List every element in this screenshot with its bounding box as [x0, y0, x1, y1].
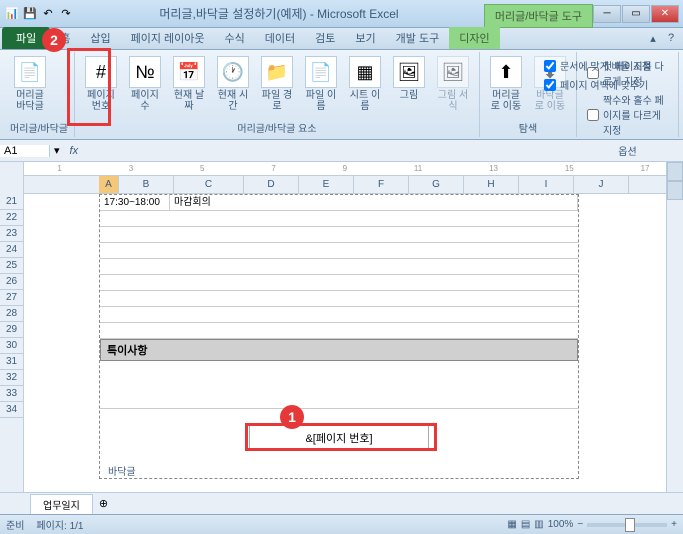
- redo-icon[interactable]: ↷: [58, 6, 74, 22]
- col-hdr[interactable]: C: [174, 176, 244, 193]
- row-hdr[interactable]: 27: [0, 290, 23, 306]
- name-box[interactable]: A1: [0, 145, 50, 157]
- col-hdr[interactable]: B: [119, 176, 174, 193]
- row-hdr[interactable]: 26: [0, 274, 23, 290]
- row-hdr[interactable]: 34: [0, 402, 23, 418]
- undo-icon[interactable]: ↶: [40, 6, 56, 22]
- tab-insert[interactable]: 삽입: [80, 27, 120, 49]
- zoom-out-icon[interactable]: −: [577, 519, 583, 530]
- col-hdr[interactable]: F: [354, 176, 409, 193]
- tab-formulas[interactable]: 수식: [215, 27, 255, 49]
- group-hf: 머리글/바닥글: [10, 118, 68, 135]
- goto-header-button[interactable]: ⬆머리글로 이동: [486, 54, 526, 114]
- zoom-in-icon[interactable]: +: [671, 519, 677, 530]
- group-nav: 탐색: [486, 118, 570, 135]
- window-title: 머리글,바닥글 설정하기(예제) - Microsoft Excel: [74, 5, 484, 22]
- callout-2: 2: [42, 28, 66, 52]
- ruler: 1357911131517: [24, 162, 683, 176]
- row-hdr[interactable]: 23: [0, 226, 23, 242]
- cell-time[interactable]: 17:30~18:00: [100, 195, 170, 210]
- row-hdr[interactable]: 33: [0, 386, 23, 402]
- picture-button[interactable]: 🖼그림: [389, 54, 429, 103]
- section-header[interactable]: 특이사항: [100, 339, 578, 361]
- current-date-button[interactable]: 📅현재 날짜: [169, 54, 209, 114]
- row-hdr[interactable]: 29: [0, 322, 23, 338]
- col-hdr[interactable]: H: [464, 176, 519, 193]
- page-count-button[interactable]: №페이지 수: [125, 54, 165, 114]
- minimize-button[interactable]: ─: [593, 5, 621, 23]
- tab-review[interactable]: 검토: [305, 27, 345, 49]
- footer-label: 바닥글: [100, 459, 578, 478]
- help-icon[interactable]: ?: [663, 30, 679, 46]
- minimize-ribbon-icon[interactable]: ▴: [645, 30, 661, 46]
- col-hdr[interactable]: J: [574, 176, 629, 193]
- file-name-button[interactable]: 📄파일 이름: [301, 54, 341, 114]
- sheet-tab[interactable]: 업무일지: [30, 494, 93, 514]
- group-elements: 머리글/바닥글 요소: [81, 118, 473, 135]
- status-page: 페이지: 1/1: [36, 517, 83, 532]
- col-hdr[interactable]: D: [244, 176, 299, 193]
- group-options: 옵션: [583, 141, 672, 158]
- chk-odd-even[interactable]: 짝수와 홀수 페이지를 다르게 지정: [587, 92, 668, 137]
- header-footer-button[interactable]: 📄머리글 바닥글: [10, 54, 50, 114]
- tab-developer[interactable]: 개발 도구: [386, 27, 450, 49]
- chk-align-margins[interactable]: 페이지 여백에 맞추기: [544, 77, 651, 92]
- file-path-button[interactable]: 📁파일 경로: [257, 54, 297, 114]
- tab-data[interactable]: 데이터: [255, 27, 305, 49]
- tab-design[interactable]: 디자인: [449, 27, 499, 49]
- tab-pagelayout[interactable]: 페이지 레이아웃: [121, 27, 215, 49]
- row-hdr[interactable]: 32: [0, 370, 23, 386]
- cell-meeting[interactable]: 마감회의: [170, 195, 578, 210]
- view-pagebreak-icon[interactable]: ▥: [534, 519, 543, 530]
- col-hdr[interactable]: I: [519, 176, 574, 193]
- scrollbar-vertical[interactable]: [666, 162, 683, 492]
- close-button[interactable]: ✕: [651, 5, 679, 23]
- row-hdr[interactable]: 28: [0, 306, 23, 322]
- view-normal-icon[interactable]: ▦: [507, 519, 516, 530]
- col-hdr[interactable]: G: [409, 176, 464, 193]
- zoom-level[interactable]: 100%: [548, 519, 574, 530]
- zoom-slider[interactable]: [587, 523, 667, 527]
- col-hdr[interactable]: E: [299, 176, 354, 193]
- col-hdr[interactable]: A: [99, 176, 119, 193]
- maximize-button[interactable]: ▭: [622, 5, 650, 23]
- status-ready: 준비: [6, 517, 24, 532]
- row-hdr[interactable]: 31: [0, 354, 23, 370]
- view-pagelayout-icon[interactable]: ▤: [521, 519, 530, 530]
- row-hdr[interactable]: 24: [0, 242, 23, 258]
- fx-icon[interactable]: fx: [64, 145, 85, 157]
- page-number-button[interactable]: #페이지 번호: [81, 54, 121, 114]
- row-hdr[interactable]: 21: [0, 194, 23, 210]
- context-tab-label: 머리글/바닥글 도구: [484, 4, 593, 28]
- excel-icon: 📊: [4, 6, 20, 22]
- row-hdr[interactable]: 22: [0, 210, 23, 226]
- picture-format-button[interactable]: 🖼그림 서식: [433, 54, 473, 114]
- save-icon[interactable]: 💾: [22, 6, 38, 22]
- chk-scale[interactable]: 문서에 맞게 배율 조정: [544, 58, 651, 73]
- page-layout-view: 17:30~18:00마감회의 특이사항 1 &[페이지 번호] 바닥글: [99, 194, 579, 479]
- current-time-button[interactable]: 🕐현재 시간: [213, 54, 253, 114]
- tab-view[interactable]: 보기: [345, 27, 385, 49]
- row-hdr[interactable]: 25: [0, 258, 23, 274]
- callout-1: 1: [280, 405, 304, 429]
- new-sheet-icon[interactable]: ⊕: [93, 497, 114, 510]
- footer-center-section[interactable]: &[페이지 번호]: [249, 425, 429, 451]
- row-hdr[interactable]: 30: [0, 338, 23, 354]
- name-box-dropdown[interactable]: ▾: [50, 144, 64, 157]
- sheet-name-button[interactable]: ▦시트 이름: [345, 54, 385, 114]
